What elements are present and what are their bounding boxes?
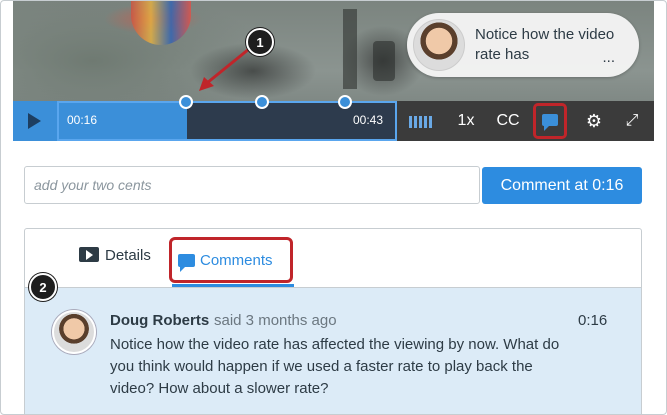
comment-author[interactable]: Doug Roberts <box>110 312 209 329</box>
video-icon <box>79 247 99 262</box>
comment-date: said 3 months ago <box>214 312 337 329</box>
comment-marker[interactable] <box>179 95 193 109</box>
duration: 00:43 <box>352 113 383 127</box>
tab-details-label: Details <box>105 247 151 264</box>
comment-item[interactable]: Doug Roberts said 3 months ago 0:16 Noti… <box>25 288 641 414</box>
comment-timestamp[interactable]: 0:16 <box>578 312 607 329</box>
play-button[interactable] <box>13 101 57 141</box>
timeline-scrubber[interactable]: 00:16 00:43 <box>57 95 397 141</box>
page-frame: Notice how the video rate has ... 1 00:1… <box>0 0 667 415</box>
tab-comments-label: Comments <box>200 252 273 269</box>
comment-input[interactable] <box>24 166 480 204</box>
play-icon <box>28 113 41 129</box>
comment-at-button[interactable]: Comment at 0:16 <box>482 167 642 204</box>
tab-details[interactable]: Details <box>79 247 151 264</box>
callout-badge-2: 2 <box>29 273 57 301</box>
callout-badge-1: 1 <box>246 28 274 56</box>
comment-body: Notice how the video rate has affected t… <box>110 336 560 397</box>
comments-toggle-button[interactable] <box>533 103 567 139</box>
avatar <box>52 310 96 354</box>
captions-button[interactable]: CC <box>493 101 523 141</box>
comment-icon <box>178 254 195 272</box>
volume-icon[interactable] <box>409 115 434 133</box>
gear-icon[interactable]: ⚙ <box>579 101 609 141</box>
comment-marker[interactable] <box>255 95 269 109</box>
comment-marker[interactable] <box>338 95 352 109</box>
current-time: 00:16 <box>67 113 98 127</box>
comment-icon <box>542 114 558 131</box>
player-controls: 00:16 00:43 1x CC ⚙ ⤢ <box>13 95 654 141</box>
playback-speed-button[interactable]: 1x <box>451 101 481 141</box>
comments-panel: Details Comments Doug Roberts said 3 mon… <box>24 228 642 414</box>
fullscreen-icon[interactable]: ⤢ <box>617 101 647 141</box>
tab-comments[interactable]: Comments <box>169 237 293 283</box>
